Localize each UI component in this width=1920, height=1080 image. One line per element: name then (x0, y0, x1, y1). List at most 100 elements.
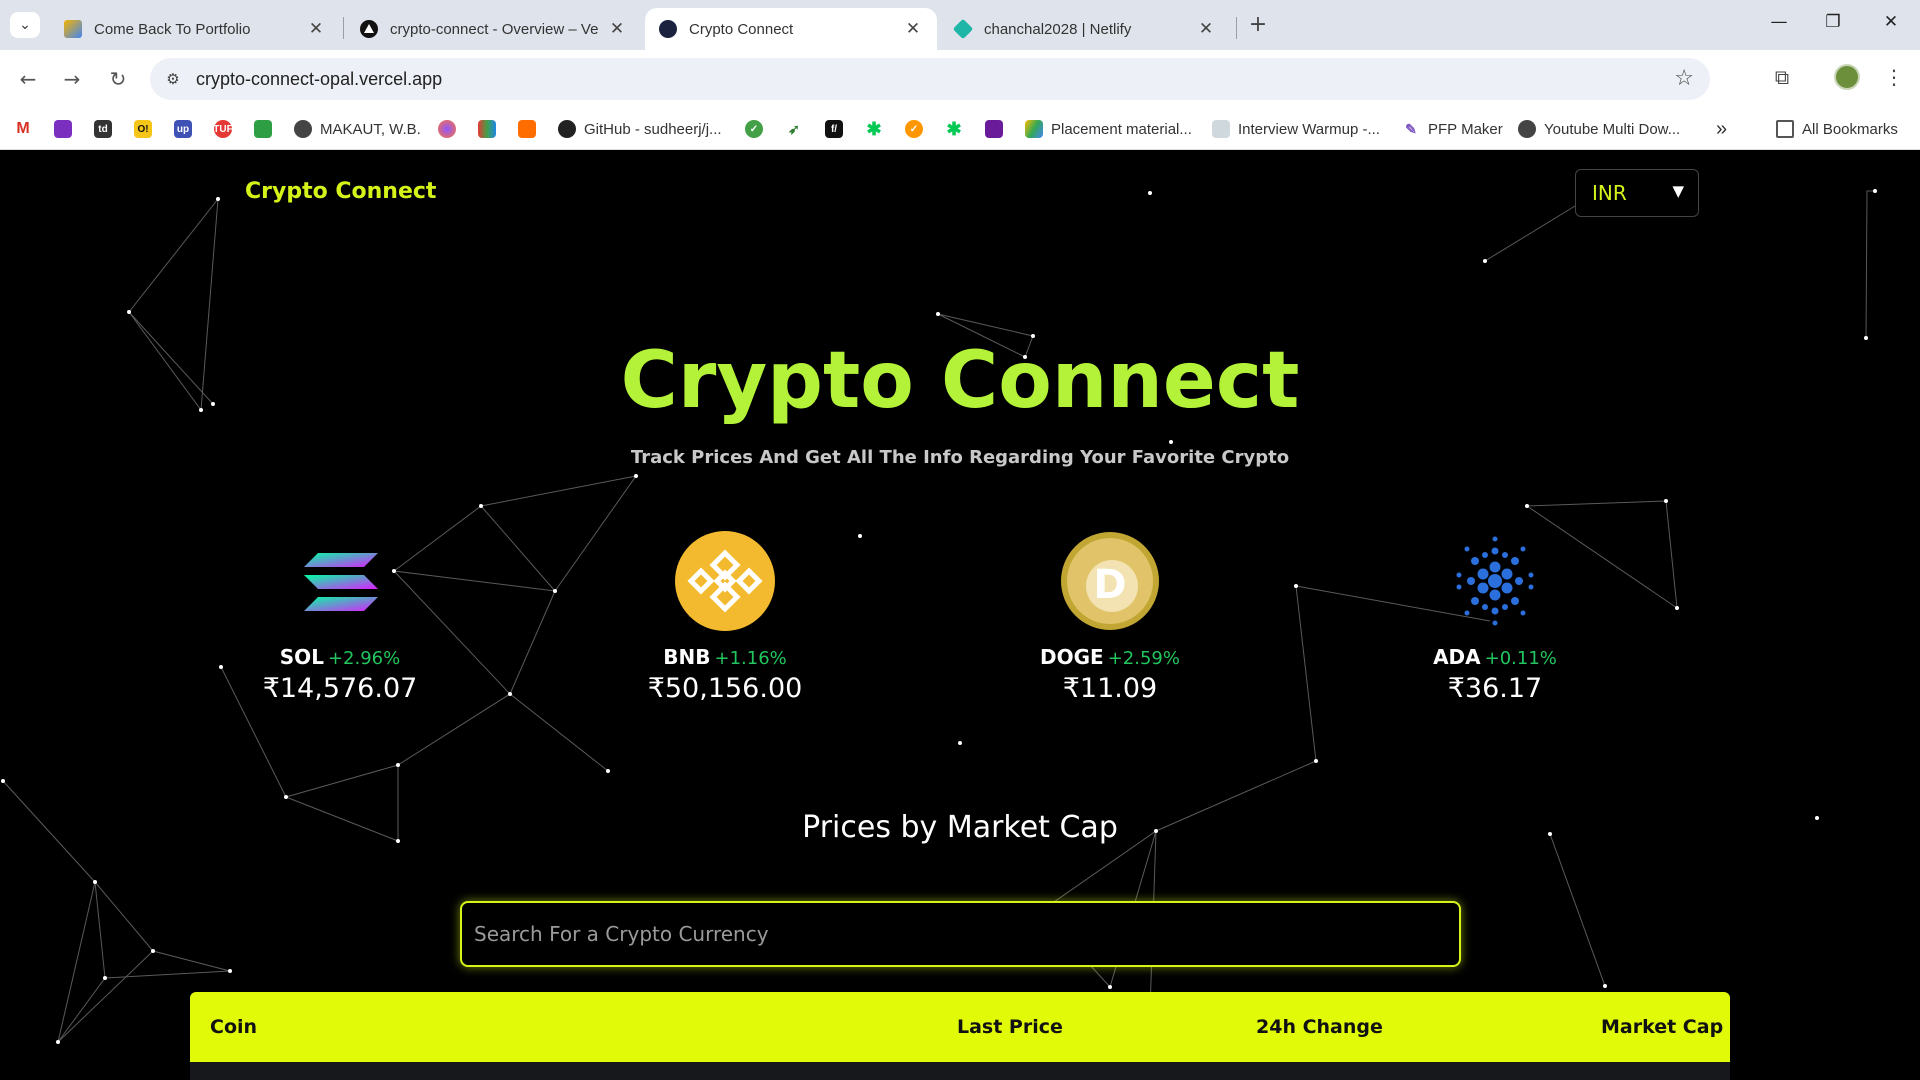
bookmark-asterisk[interactable]: ✱ (865, 118, 891, 140)
tab-netlify[interactable]: chanchal2028 | Netlify ✕ (940, 8, 1230, 50)
bookmark-makaut[interactable]: MAKAUT, W.B. (294, 118, 421, 140)
gmail-icon: M (14, 120, 32, 138)
minimize-icon[interactable]: — (1764, 12, 1794, 32)
menu-icon[interactable]: ⋮ (1880, 65, 1908, 89)
bookmark-gmail[interactable]: M (14, 118, 40, 140)
bookmark-td[interactable]: td (94, 118, 120, 140)
bookmark-label: Interview Warmup -... (1238, 120, 1380, 138)
coin-symbol: DOGE (1040, 645, 1104, 669)
browser-toolbar: ← → ↻ ⚙ crypto-connect-opal.vercel.app ☆… (0, 50, 1920, 108)
reload-icon[interactable]: ↻ (104, 65, 132, 93)
o-icon: O! (134, 120, 152, 138)
coin-card-doge[interactable]: D DOGE +2.59% ₹11.09 (980, 531, 1240, 704)
github-icon (558, 120, 576, 138)
avatar[interactable] (1834, 64, 1860, 90)
chevron-down-icon: ⌄ (19, 17, 31, 33)
search-box[interactable] (460, 901, 1461, 967)
bookmark-youtube[interactable]: Youtube Multi Dow... (1518, 118, 1680, 140)
hero-title: Crypto Connect (620, 336, 1300, 426)
coin-price: ₹11.09 (1062, 673, 1158, 704)
bookmark-label: GitHub - sudheerj/j... (584, 120, 722, 138)
bookmark-green[interactable] (254, 118, 280, 140)
extensions-icon[interactable]: ⧉ (1768, 65, 1796, 89)
table-row[interactable] (190, 1062, 1730, 1080)
tab-title: crypto-connect - Overview – Ve (390, 20, 599, 38)
bookmark-asterisk-2[interactable]: ✱ (945, 118, 971, 140)
bookmark-github[interactable]: GitHub - sudheerj/j... (558, 118, 722, 140)
purple-icon (985, 120, 1003, 138)
tab-search-button[interactable]: ⌄ (10, 12, 40, 38)
bookmarks-overflow[interactable]: » (1716, 118, 1727, 140)
bookmark-pfp[interactable]: ✎ PFP Maker (1402, 118, 1503, 140)
check-icon: ✓ (745, 120, 763, 138)
book-icon (478, 120, 496, 138)
globe-icon (1518, 120, 1536, 138)
bookmark-purple[interactable] (985, 118, 1011, 140)
tuf-icon: TUF (213, 120, 233, 138)
restore-icon[interactable]: ❐ (1818, 12, 1848, 32)
bookmark-star-icon[interactable]: ☆ (1674, 66, 1694, 91)
table-header: Coin Last Price 24h Change Market Cap (190, 992, 1730, 1062)
column-header-last-price: Last Price (957, 1016, 1063, 1038)
bookmark-label: PFP Maker (1428, 120, 1503, 138)
bookmark-f[interactable]: f/ (825, 118, 851, 140)
bookmarks-bar: M td O! up TUF MAKAUT, W.B. GitHub - sud… (0, 108, 1920, 150)
bookmark-tuf[interactable]: TUF (213, 118, 240, 140)
site-settings-icon[interactable]: ⚙ (162, 68, 184, 90)
bookmark-o[interactable]: O! (134, 118, 160, 140)
crypto-connect-icon (659, 20, 677, 38)
close-icon[interactable]: ✕ (306, 19, 326, 39)
coin-card-sol[interactable]: SOL +2.96% ₹14,576.07 (210, 531, 470, 704)
forward-icon[interactable]: → (58, 65, 86, 93)
bookmark-label: Placement material... (1051, 120, 1192, 138)
search-input[interactable] (474, 903, 1444, 965)
close-icon[interactable]: ✕ (903, 19, 923, 39)
coin-price: ₹50,156.00 (647, 673, 803, 704)
caret-down-icon: ▼ (1672, 182, 1684, 200)
bookmark-interview[interactable]: Interview Warmup -... (1212, 118, 1380, 140)
coin-card-ada[interactable]: ADA +0.11% ₹36.17 (1365, 531, 1625, 704)
close-icon[interactable]: ✕ (607, 19, 627, 39)
cardano-icon (1445, 531, 1545, 631)
coin-symbol: BNB (663, 645, 711, 669)
tab-title: Come Back To Portfolio (94, 20, 251, 38)
leaf-icon: ➶ (785, 120, 803, 138)
coin-card-bnb[interactable]: BNB +1.16% ₹50,156.00 (595, 531, 855, 704)
pfp-icon: ✎ (1402, 120, 1420, 138)
browser-tab-strip: ⌄ Come Back To Portfolio ✕ crypto-connec… (0, 0, 1920, 50)
bookmark-leaf[interactable]: ➶ (785, 118, 811, 140)
folder-icon (1776, 120, 1794, 138)
close-icon[interactable]: ✕ (1196, 19, 1216, 39)
tab-title: Crypto Connect (689, 20, 794, 38)
bookmark-up[interactable]: up (174, 118, 200, 140)
tab-title: chanchal2028 | Netlify (984, 20, 1132, 38)
window-close-icon[interactable]: ✕ (1876, 12, 1906, 32)
bookmark-chat[interactable] (518, 118, 544, 140)
coin-change: +1.16% (714, 648, 787, 669)
section-title: Prices by Market Cap (802, 810, 1118, 845)
tab-divider (343, 17, 344, 39)
bookmark-placement[interactable]: Placement material... (1025, 118, 1192, 140)
bookmark-book[interactable] (478, 118, 504, 140)
tab-portfolio[interactable]: Come Back To Portfolio ✕ (50, 8, 340, 50)
slides-icon (54, 120, 72, 138)
bookmark-firefox[interactable] (438, 118, 464, 140)
green-icon (254, 120, 272, 138)
bnb-icon (675, 531, 775, 631)
all-bookmarks[interactable]: All Bookmarks (1776, 118, 1898, 140)
tab-crypto-connect[interactable]: Crypto Connect ✕ (645, 8, 937, 50)
coin-change: +2.59% (1107, 648, 1180, 669)
new-tab-button[interactable]: + (1244, 12, 1272, 37)
coin-symbol: ADA (1433, 645, 1481, 669)
bookmark-check[interactable]: ✓ (745, 118, 771, 140)
bookmark-slides[interactable] (54, 118, 80, 140)
firefox-icon (438, 120, 456, 138)
bookmark-check-orange[interactable]: ✓ (905, 118, 931, 140)
back-icon[interactable]: ← (14, 65, 42, 93)
tab-vercel[interactable]: crypto-connect - Overview – Ve ✕ (346, 8, 641, 50)
currency-select[interactable]: INR ▼ (1575, 169, 1699, 217)
column-header-market-cap: Market Cap (1601, 1016, 1724, 1038)
url-text[interactable]: crypto-connect-opal.vercel.app (196, 69, 442, 90)
address-bar[interactable]: ⚙ crypto-connect-opal.vercel.app ☆ (150, 58, 1710, 100)
brand-logo-text[interactable]: Crypto Connect (245, 179, 436, 204)
